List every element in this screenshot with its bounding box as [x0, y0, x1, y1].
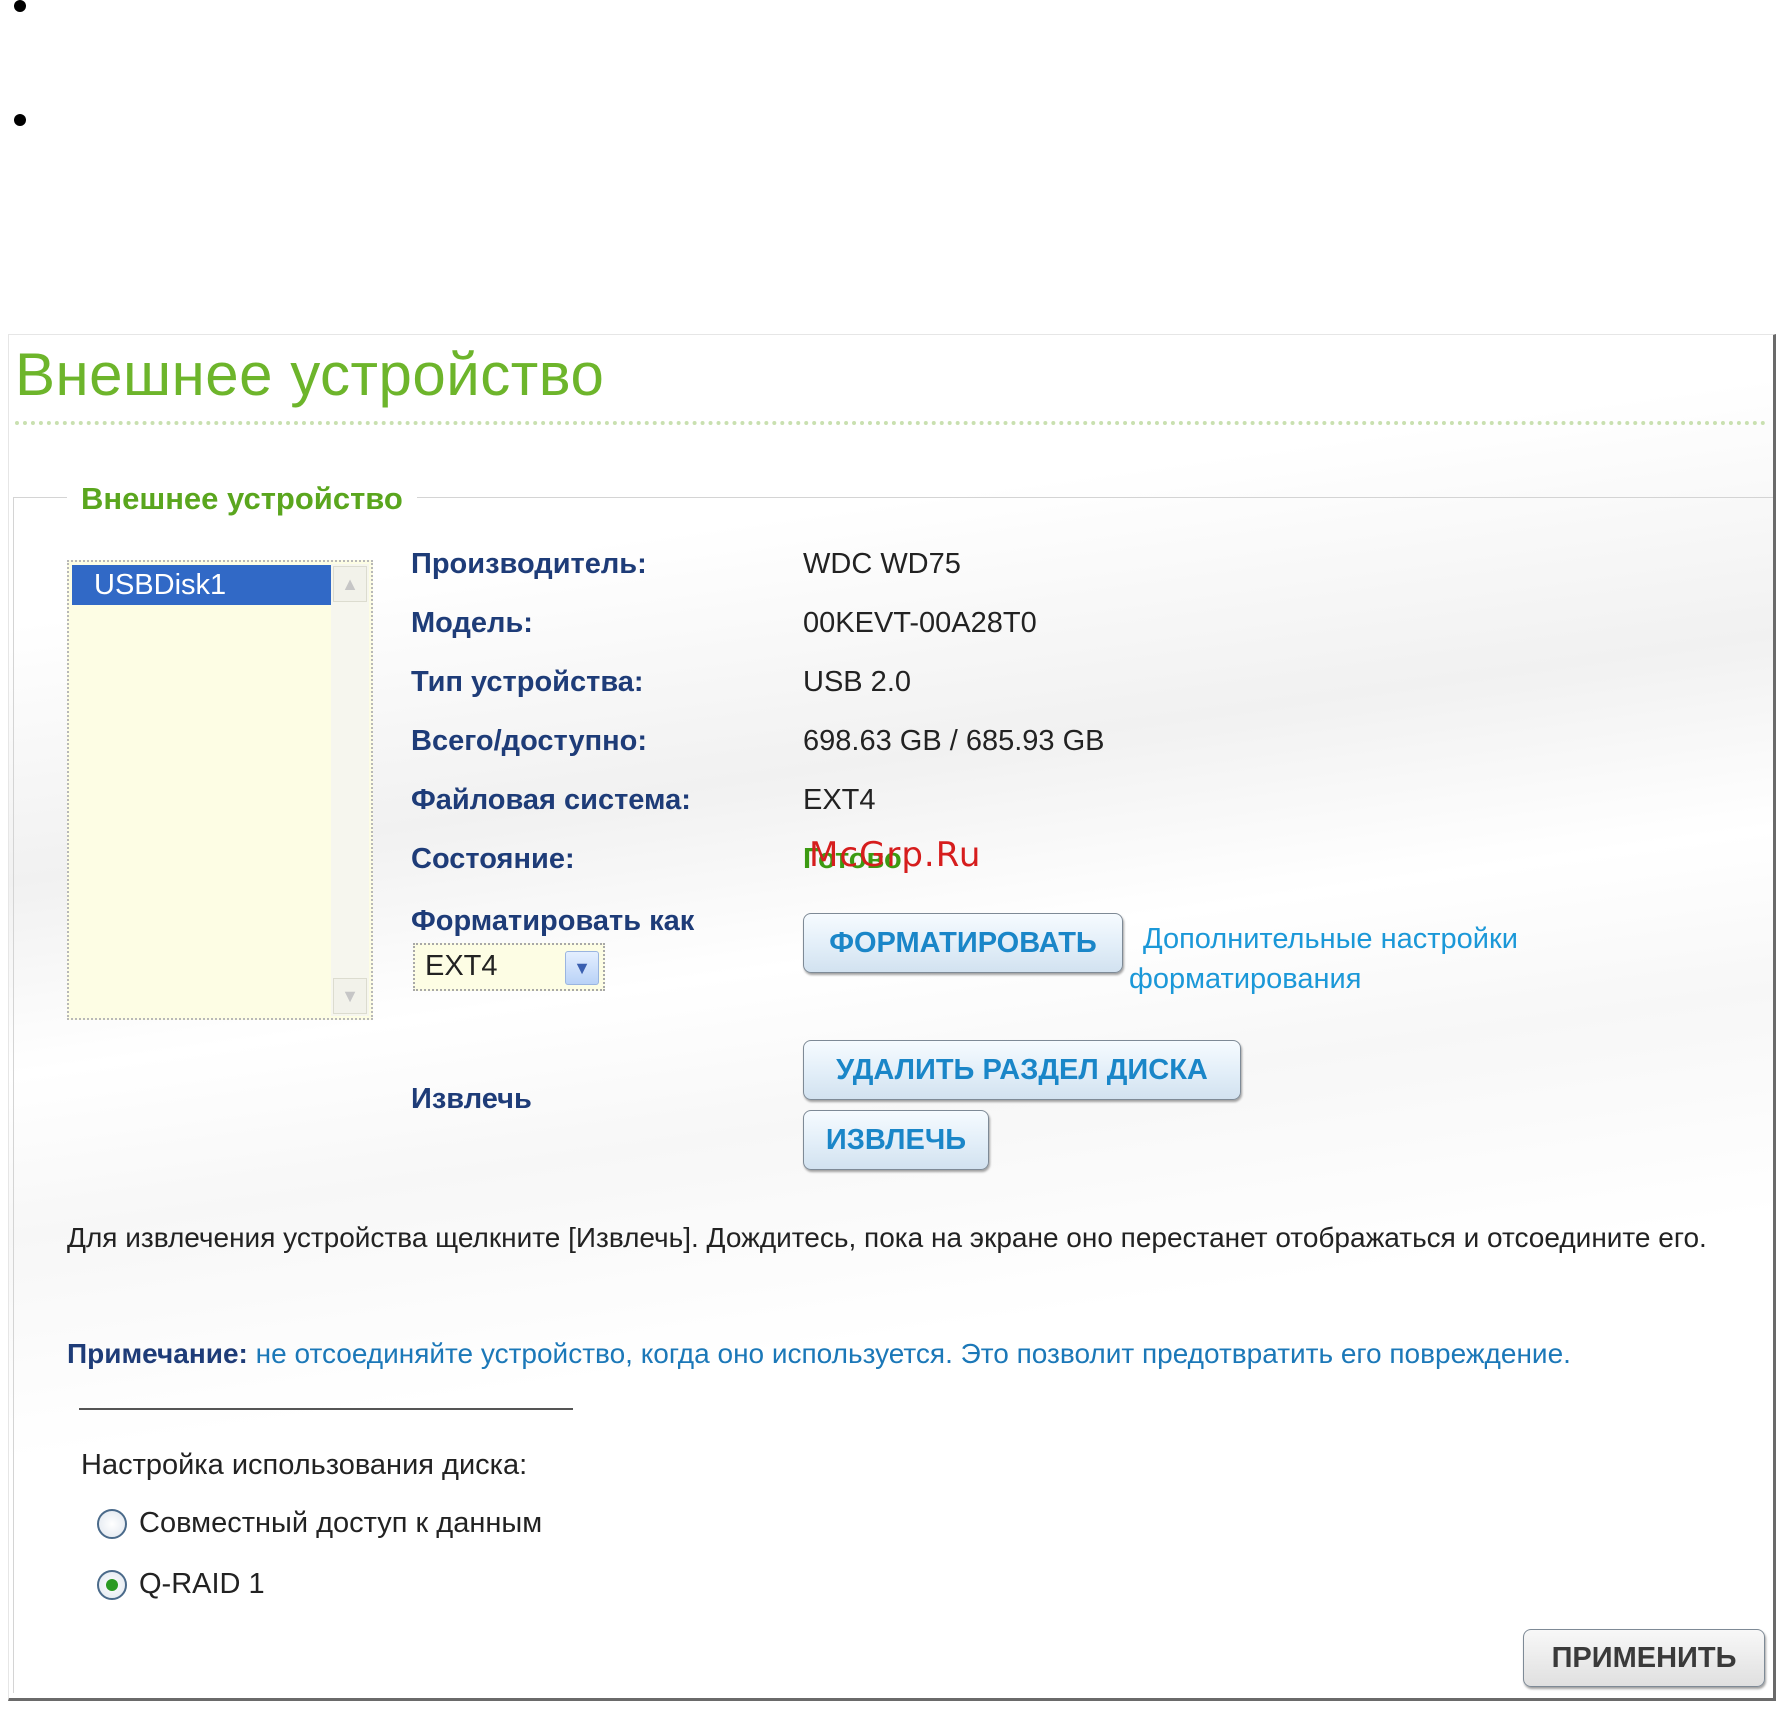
manufacturer-label: Производитель:	[411, 548, 647, 580]
device-list[interactable]: USBDisk1 ▲ ▼	[67, 560, 373, 1020]
radio-qraid1-label[interactable]: Q-RAID 1	[139, 1568, 265, 1601]
manufacturer-value: WDC WD75	[803, 548, 961, 580]
device-list-item[interactable]: USBDisk1	[72, 565, 332, 605]
device-list-scrollbar[interactable]: ▲ ▼	[331, 564, 369, 1016]
disk-usage-title: Настройка использования диска:	[81, 1449, 528, 1481]
scroll-up-icon[interactable]: ▲	[333, 566, 367, 602]
bullet-2	[14, 114, 26, 126]
eject-instructions: Для извлечения устройства щелкните [Извл…	[67, 1222, 1707, 1253]
note-prefix: Примечание:	[67, 1338, 248, 1369]
filesystem-select-value: EXT4	[425, 950, 498, 982]
capacity-label: Всего/доступно:	[411, 725, 647, 757]
capacity-value: 698.63 GB / 685.93 GB	[803, 725, 1105, 757]
device-type-label: Тип устройства:	[411, 666, 644, 698]
delete-partition-button[interactable]: УДАЛИТЬ РАЗДЕЛ ДИСКА	[803, 1040, 1241, 1100]
advanced-format-link-line1[interactable]: Дополнительные настройки	[1143, 919, 1518, 959]
status-label: Состояние:	[411, 843, 575, 875]
eject-label: Извлечь	[411, 1083, 532, 1115]
watermark: McGrp.Ru	[809, 835, 982, 875]
group-title: Внешнее устройство	[67, 481, 417, 517]
format-as-label: Форматировать как	[411, 905, 695, 937]
scroll-down-icon[interactable]: ▼	[333, 978, 367, 1014]
bullet-1	[14, 0, 26, 12]
title-separator	[15, 421, 1767, 425]
note-body: не отсоединяйте устройство, когда оно ис…	[247, 1338, 1571, 1369]
advanced-format-link[interactable]: Дополнительные настройки форматирования	[1129, 919, 1518, 999]
filesystem-label: Файловая система:	[411, 784, 691, 816]
eject-button[interactable]: ИЗВЛЕЧЬ	[803, 1110, 989, 1170]
radio-qraid1-control[interactable]	[97, 1570, 127, 1600]
chevron-down-icon[interactable]: ▼	[565, 951, 599, 985]
note-text: Примечание: не отсоединяйте устройство, …	[67, 1338, 1571, 1370]
model-label: Модель:	[411, 607, 533, 639]
radio-shared-data-label[interactable]: Совместный доступ к данным	[139, 1507, 542, 1540]
advanced-format-link-line2[interactable]: форматирования	[1129, 959, 1518, 999]
external-device-panel: Внешнее устройство Внешнее устройство US…	[8, 334, 1776, 1701]
apply-button[interactable]: ПРИМЕНИТЬ	[1523, 1629, 1765, 1687]
model-value: 00KEVT-00A28T0	[803, 607, 1037, 639]
radio-shared-data-control[interactable]	[97, 1509, 127, 1539]
format-button[interactable]: ФОРМАТИРОВАТЬ	[803, 913, 1123, 973]
filesystem-select[interactable]: EXT4 ▼	[413, 943, 605, 991]
filesystem-value: EXT4	[803, 784, 876, 816]
divider	[79, 1408, 573, 1410]
device-type-value: USB 2.0	[803, 666, 911, 698]
page-title: Внешнее устройство	[15, 341, 605, 408]
